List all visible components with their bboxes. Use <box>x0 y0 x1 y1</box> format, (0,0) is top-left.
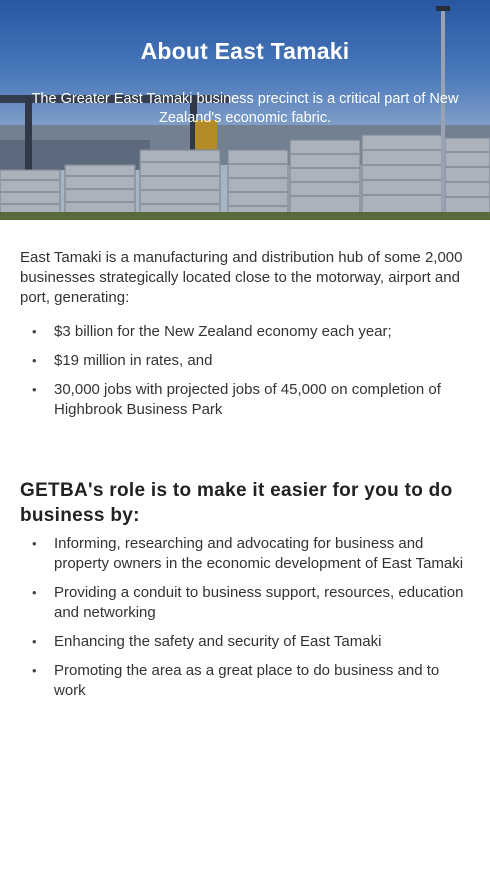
hero-banner: About East Tamaki The Greater East Tamak… <box>0 0 490 220</box>
stats-list: • $3 billion for the New Zealand economy… <box>20 322 470 420</box>
role-list: • Informing, researching and advocating … <box>20 534 470 701</box>
list-item: • Promoting the area as a great place to… <box>20 661 470 701</box>
list-item: • Informing, researching and advocating … <box>20 534 470 574</box>
list-item-text: 30,000 jobs with projected jobs of 45,00… <box>54 381 441 418</box>
bullet-icon: • <box>32 353 37 368</box>
list-item-text: Promoting the area as a great place to d… <box>54 662 440 699</box>
bullet-icon: • <box>32 585 37 600</box>
list-item: • Enhancing the safety and security of E… <box>20 632 470 652</box>
list-item-text: Informing, researching and advocating fo… <box>54 535 464 572</box>
page-title: About East Tamaki <box>140 38 350 64</box>
bullet-icon: • <box>32 634 37 649</box>
intro-paragraph: East Tamaki is a manufacturing and distr… <box>20 249 463 306</box>
bullet-icon: • <box>32 382 37 397</box>
list-item-text: $3 billion for the New Zealand economy e… <box>54 323 392 340</box>
role-heading: GETBA's role is to make it easier for yo… <box>20 480 453 526</box>
bullet-icon: • <box>32 324 37 339</box>
list-item: • $19 million in rates, and <box>20 351 470 371</box>
list-item-text: $19 million in rates, and <box>54 352 213 369</box>
main-content: East Tamaki is a manufacturing and distr… <box>0 220 490 701</box>
list-item-text: Providing a conduit to business support,… <box>54 584 464 621</box>
hero-subtitle: The Greater East Tamaki business precinc… <box>31 91 459 126</box>
list-item: • 30,000 jobs with projected jobs of 45,… <box>20 380 470 420</box>
bullet-icon: • <box>32 663 37 678</box>
list-item: • Providing a conduit to business suppor… <box>20 583 470 623</box>
bullet-icon: • <box>32 536 37 551</box>
list-item: • $3 billion for the New Zealand economy… <box>20 322 470 342</box>
list-item-text: Enhancing the safety and security of Eas… <box>54 633 382 650</box>
